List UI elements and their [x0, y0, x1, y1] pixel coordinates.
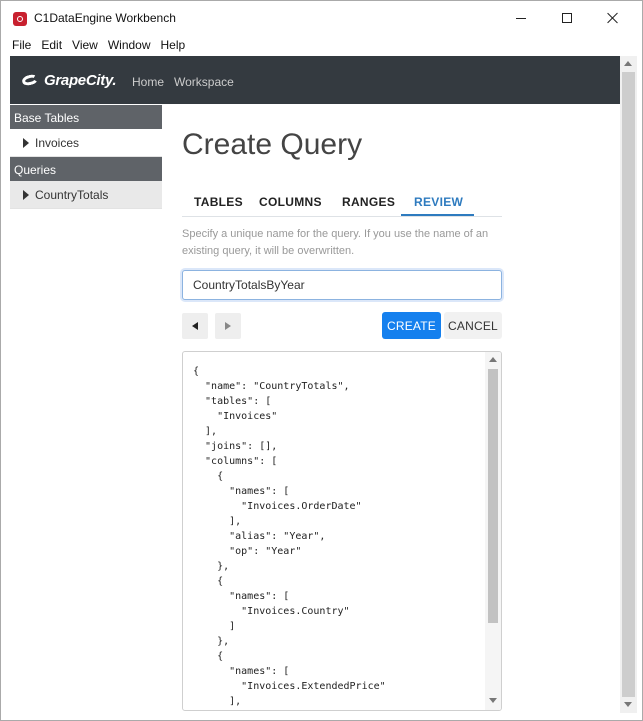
create-button[interactable]: CREATE — [382, 312, 441, 339]
grapecity-logo-icon — [20, 73, 40, 87]
scroll-up-icon[interactable] — [489, 357, 497, 362]
app-icon — [13, 12, 27, 26]
brand-logo[interactable]: GrapeCity. — [20, 70, 117, 90]
nav-home-link[interactable]: Home — [132, 75, 164, 89]
json-scrollbar[interactable] — [485, 352, 501, 710]
sidebar-item-label: CountryTotals — [35, 187, 109, 202]
help-text: Specify a unique name for the query. If … — [182, 228, 489, 257]
menu-edit[interactable]: Edit — [36, 35, 67, 55]
tab-ranges[interactable]: RANGES — [342, 195, 395, 209]
sidebar-item-countrytotals[interactable]: CountryTotals — [10, 181, 162, 209]
expand-arrow-icon — [23, 189, 29, 200]
window-title: C1DataEngine Workbench — [34, 11, 176, 25]
menu-view[interactable]: View — [67, 35, 103, 55]
query-name-input[interactable] — [182, 270, 502, 300]
sidebar-item-invoices[interactable]: Invoices — [10, 129, 162, 157]
minimize-icon — [516, 17, 526, 19]
sidebar: Base Tables Invoices Queries CountryTota… — [10, 105, 162, 209]
scroll-down-icon[interactable] — [624, 702, 632, 707]
menu-bar: File Edit View Window Help — [1, 35, 642, 55]
close-button[interactable] — [593, 5, 633, 31]
minimize-button[interactable] — [501, 5, 541, 31]
query-tabs: TABLES COLUMNS RANGES REVIEW — [182, 187, 502, 217]
scrollbar-thumb[interactable] — [622, 72, 635, 697]
sidebar-header-base-tables: Base Tables — [10, 105, 162, 129]
web-content: GrapeCity. Home Workspace Base Tables In… — [10, 56, 620, 713]
sidebar-item-label: Invoices — [35, 135, 80, 150]
active-tab-indicator — [401, 214, 474, 216]
expand-arrow-icon — [23, 137, 29, 148]
maximize-icon — [562, 13, 572, 23]
menu-help[interactable]: Help — [156, 35, 191, 55]
top-navbar: GrapeCity. Home Workspace — [10, 56, 620, 104]
scroll-down-icon[interactable] — [489, 698, 497, 703]
page-title: Create Query — [182, 128, 363, 161]
nav-workspace-link[interactable]: Workspace — [174, 75, 234, 89]
arrow-right-icon — [225, 322, 231, 330]
tab-columns[interactable]: COLUMNS — [259, 195, 322, 209]
tab-tables[interactable]: TABLES — [194, 195, 243, 209]
title-bar: C1DataEngine Workbench — [1, 1, 642, 35]
scroll-up-icon[interactable] — [624, 61, 632, 66]
cancel-button[interactable]: CANCEL — [444, 312, 502, 339]
next-button[interactable] — [215, 313, 241, 339]
json-preview[interactable]: { "name": "CountryTotals", "tables": [ "… — [182, 351, 502, 711]
close-icon — [607, 12, 619, 24]
menu-file[interactable]: File — [7, 35, 36, 55]
previous-button[interactable] — [182, 313, 208, 339]
scrollbar-thumb[interactable] — [488, 369, 498, 623]
tab-review[interactable]: REVIEW — [414, 195, 463, 209]
app-window: C1DataEngine Workbench File Edit View Wi… — [0, 0, 643, 721]
sidebar-header-queries: Queries — [10, 157, 162, 181]
arrow-left-icon — [192, 322, 198, 330]
page-scrollbar[interactable] — [620, 56, 637, 713]
menu-window[interactable]: Window — [103, 35, 156, 55]
json-preview-text: { "name": "CountryTotals", "tables": [ "… — [193, 366, 386, 707]
brand-name: GrapeCity. — [44, 71, 117, 89]
maximize-button[interactable] — [547, 5, 587, 31]
